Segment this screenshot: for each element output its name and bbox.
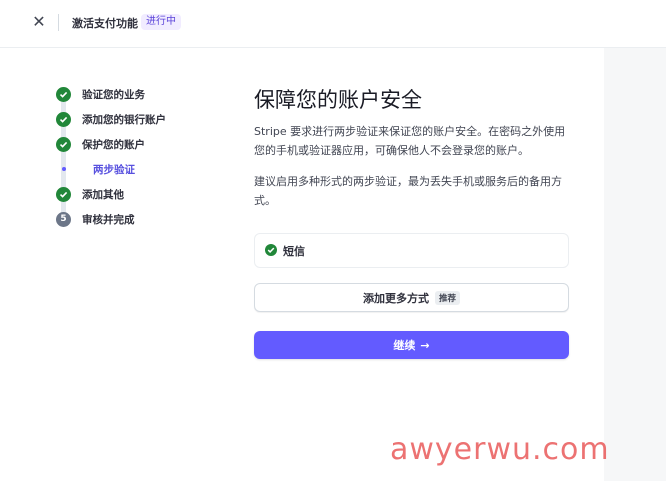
substep-two-factor[interactable]: 两步验证: [55, 161, 205, 188]
step-protect-account[interactable]: 保护您的账户: [55, 136, 205, 163]
page-title: 保障您的账户安全: [254, 88, 422, 112]
continue-button[interactable]: 继续 →: [254, 331, 569, 359]
description-text: Stripe 要求进行两步验证来保证您的账户安全。在密码之外使用您的手机或验证器…: [254, 125, 566, 157]
close-icon[interactable]: ✕: [30, 13, 48, 31]
step-number-icon: 5: [56, 212, 71, 227]
status-badge: 进行中: [141, 14, 181, 30]
check-circle-icon: [265, 244, 277, 256]
method-label: 短信: [283, 245, 305, 258]
page-header-title: 激活支付功能: [72, 17, 138, 30]
step-label: 添加您的银行账户: [82, 114, 166, 126]
check-circle-icon: [56, 137, 71, 152]
top-bar: ✕ 激活支付功能 进行中: [0, 0, 666, 48]
step-label: 审核并完成: [82, 214, 135, 226]
step-review-complete[interactable]: 5 审核并完成: [55, 211, 205, 236]
step-verify-business[interactable]: 验证您的业务: [55, 86, 205, 113]
recommendation-text: 建议启用多种形式的两步验证，最为丢失手机或服务后的备用方式。: [254, 175, 562, 207]
current-step-dot: [62, 167, 66, 171]
divider: [58, 14, 59, 31]
step-add-other[interactable]: 添加其他: [55, 186, 205, 213]
progress-steps: 验证您的业务 添加您的银行账户 保护您的账户 两步验证 添加其他 5 审核并完成: [55, 86, 205, 236]
step-label: 验证您的业务: [82, 89, 145, 101]
add-more-label: 添加更多方式: [362, 291, 429, 305]
check-circle-icon: [56, 87, 71, 102]
step-label: 两步验证: [93, 164, 135, 176]
add-more-methods-button[interactable]: 添加更多方式 推荐: [254, 283, 569, 312]
watermark: awyerwu.com: [390, 432, 610, 467]
right-side-panel: [604, 48, 666, 481]
step-add-bank-account[interactable]: 添加您的银行账户: [55, 111, 205, 138]
step-label: 保护您的账户: [82, 139, 145, 151]
step-label: 添加其他: [82, 189, 124, 201]
step-connector: [61, 161, 66, 188]
check-circle-icon: [56, 112, 71, 127]
continue-label: 继续: [393, 339, 416, 352]
arrow-right-icon: →: [420, 338, 430, 352]
recommended-badge: 推荐: [434, 290, 460, 305]
check-circle-icon: [56, 187, 71, 202]
main-content: 保障您的账户安全 Stripe 要求进行两步验证来保证您的账户安全。在密码之外使…: [254, 86, 570, 359]
sms-method-card[interactable]: 短信: [254, 233, 569, 268]
